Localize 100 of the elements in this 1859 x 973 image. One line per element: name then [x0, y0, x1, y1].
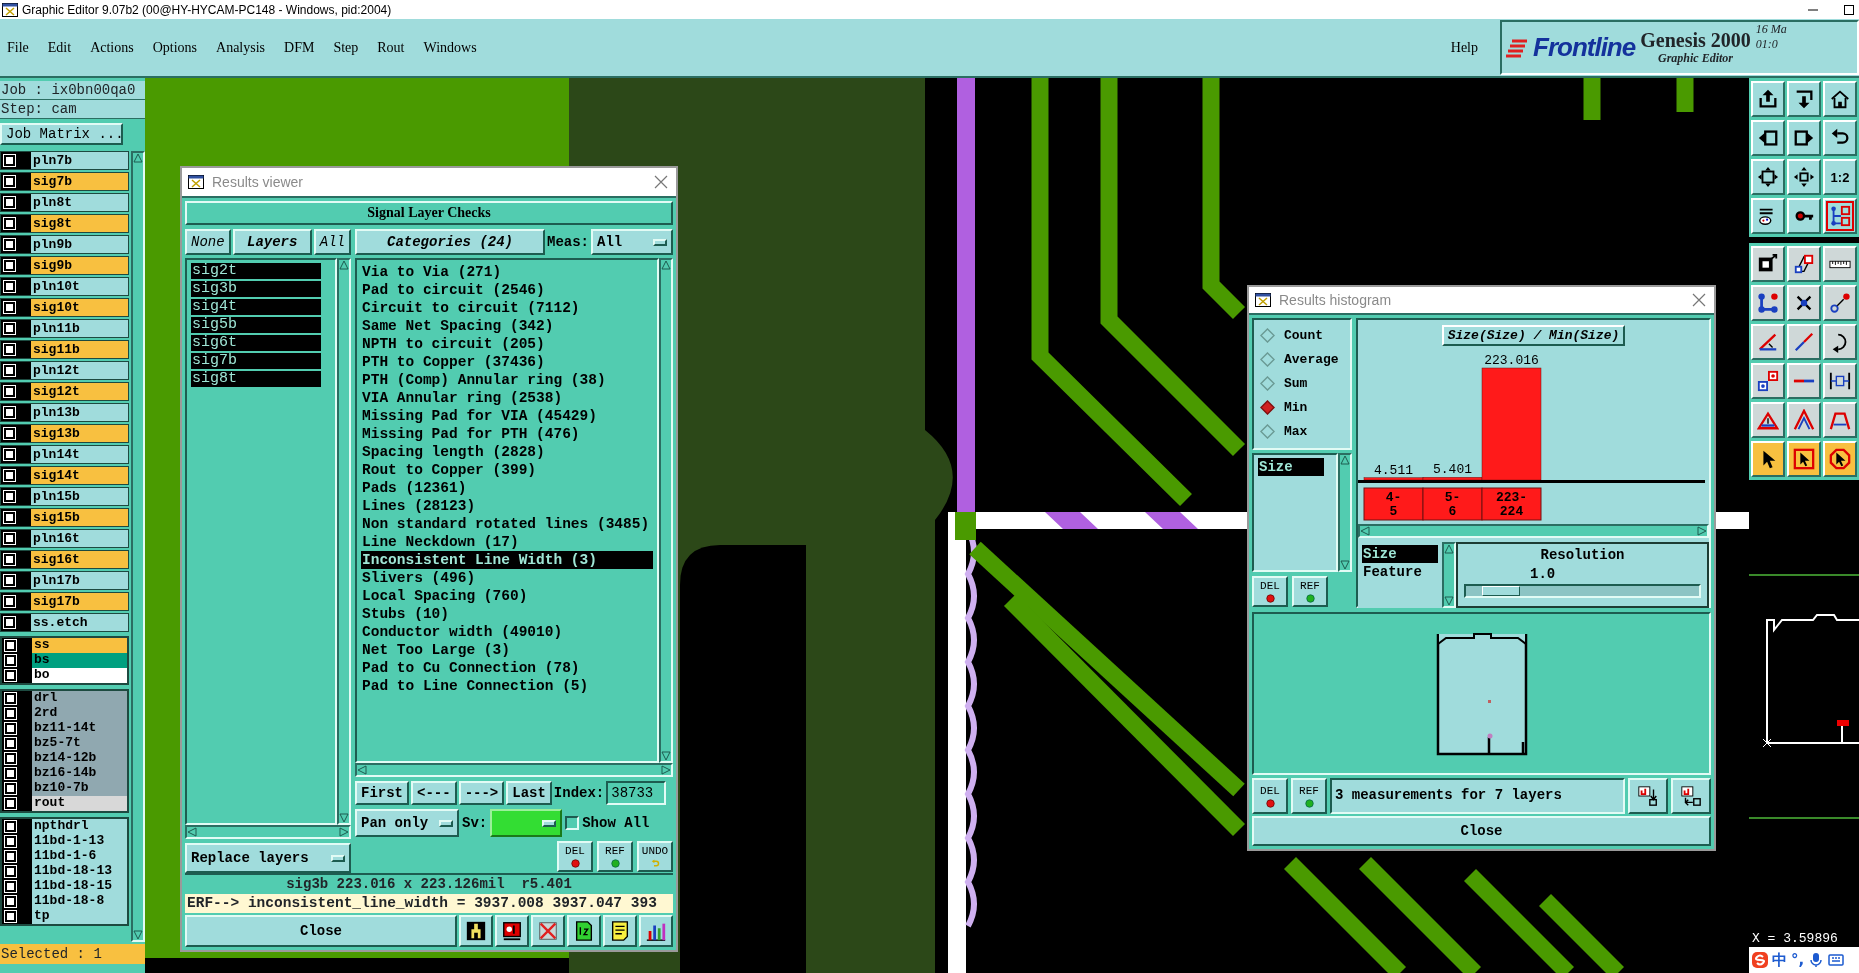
radio-button[interactable] [1260, 399, 1275, 415]
checkbox[interactable] [4, 365, 15, 376]
list-item[interactable]: Local Spacing (760) [361, 587, 653, 605]
toolbar-button[interactable] [639, 915, 673, 947]
nav-button[interactable]: First [355, 781, 409, 805]
list-item[interactable]: sig4t [191, 299, 321, 315]
keyboard-icon[interactable] [1828, 952, 1845, 968]
scrollbar[interactable] [185, 825, 351, 839]
radio-button[interactable] [1260, 351, 1275, 367]
tool-button[interactable] [1787, 159, 1821, 195]
menu-item[interactable]: Actions [90, 39, 134, 56]
toolbar-button[interactable] [459, 915, 493, 947]
list-item[interactable]: Same Net Spacing (342) [361, 317, 653, 335]
edit-button[interactable]: REF [597, 841, 633, 872]
layer-name[interactable]: pln8t [31, 194, 128, 211]
layer-name[interactable]: pln13b [31, 404, 128, 421]
layer-row[interactable]: sig7b [0, 172, 129, 191]
layer-row[interactable]: sig14t [0, 466, 129, 485]
tool-button[interactable] [1823, 441, 1857, 477]
tool-button[interactable] [1823, 363, 1857, 399]
toolbar-button[interactable] [567, 915, 601, 947]
job-matrix-button[interactable]: Job Matrix ... [0, 123, 123, 145]
checkbox[interactable] [4, 155, 15, 166]
scroll-left-icon[interactable] [187, 827, 197, 837]
list-item[interactable]: Size [1258, 458, 1324, 476]
tool-button[interactable] [1751, 402, 1785, 438]
layer-name[interactable]: drl [32, 691, 127, 706]
layer-row[interactable]: bz14-12b [2, 751, 127, 766]
edit-button[interactable]: DEL [1252, 576, 1288, 607]
tool-button[interactable] [1751, 81, 1785, 117]
checkbox[interactable] [4, 533, 15, 544]
layer-name[interactable]: sig16t [31, 551, 128, 568]
layer-row[interactable]: 2rd [2, 706, 127, 721]
layer-row[interactable]: sig13b [0, 424, 129, 443]
list-item[interactable]: Feature [1362, 563, 1438, 581]
layer-row[interactable]: sig16t [0, 550, 129, 569]
checkbox[interactable] [4, 176, 15, 187]
close-icon[interactable] [654, 175, 668, 189]
layer-row[interactable]: sig15b [0, 508, 129, 527]
list-item[interactable]: Conductor width (49010) [361, 623, 653, 641]
tool-button[interactable] [1787, 120, 1821, 156]
list-item[interactable]: Circuit to circuit (7112) [361, 299, 653, 317]
checkbox[interactable] [4, 302, 15, 313]
checkbox[interactable] [4, 197, 15, 208]
checkbox[interactable] [5, 783, 16, 794]
scrollbar[interactable] [1358, 524, 1709, 538]
checkbox[interactable] [4, 407, 15, 418]
tool-button[interactable] [1823, 246, 1857, 282]
checkbox[interactable] [5, 655, 16, 666]
list-item[interactable]: Missing Pad for PTH (476) [361, 425, 653, 443]
checkbox[interactable] [4, 428, 15, 439]
layer-row[interactable]: pln11b [0, 319, 129, 338]
radio-option[interactable]: Min [1257, 395, 1347, 419]
tool-button[interactable] [1751, 246, 1785, 282]
tool-button[interactable] [1751, 285, 1785, 321]
layer-row[interactable]: bz5-7t [2, 736, 127, 751]
scroll-up-icon[interactable] [133, 153, 143, 163]
layer-row[interactable]: ss [2, 638, 127, 653]
toolbar-button[interactable] [531, 915, 565, 947]
layer-name[interactable]: bo [32, 668, 127, 683]
checkbox[interactable] [5, 693, 16, 704]
tool-button[interactable] [1823, 120, 1857, 156]
layer-name[interactable]: 2rd [32, 706, 127, 721]
list-item[interactable]: sig8t [191, 371, 321, 387]
layer-row[interactable]: sig12t [0, 382, 129, 401]
menu-item[interactable]: Step [333, 39, 359, 56]
scroll-right-icon[interactable] [1697, 526, 1707, 536]
edit-button[interactable]: REF [1291, 778, 1327, 814]
layer-name[interactable]: bz14-12b [32, 751, 127, 766]
list-item[interactable]: Spacing length (2828) [361, 443, 653, 461]
scroll-up-icon[interactable] [1444, 544, 1454, 554]
layer-row[interactable]: pln14t [0, 445, 129, 464]
scrollbar[interactable] [337, 258, 351, 825]
resolution-slider[interactable] [1464, 584, 1701, 598]
layer-name[interactable]: sig12t [31, 383, 128, 400]
edit-button[interactable]: REF [1292, 576, 1328, 607]
checkbox[interactable] [5, 738, 16, 749]
slider-thumb[interactable] [1481, 586, 1520, 596]
list-item[interactable]: NPTH to circuit (205) [361, 335, 653, 353]
scroll-left-icon[interactable] [1360, 526, 1370, 536]
list-item[interactable]: VIA Annular ring (2538) [361, 389, 653, 407]
tool-button[interactable] [1823, 198, 1857, 234]
list-item[interactable]: sig5b [191, 317, 321, 333]
scrollbar[interactable] [1442, 542, 1456, 608]
layer-row[interactable]: pln9b [0, 235, 129, 254]
layer-name[interactable]: sig8t [31, 215, 128, 232]
pan-dropdown[interactable]: Pan only [355, 809, 459, 837]
nav-button[interactable]: Last [506, 781, 552, 805]
checkbox[interactable] [4, 470, 15, 481]
layer-name[interactable]: pln11b [31, 320, 128, 337]
layer-name[interactable]: sig7b [31, 173, 128, 190]
layer-name[interactable]: bz11-14t [32, 721, 127, 736]
checkbox[interactable] [5, 723, 16, 734]
toolbar-button[interactable] [1628, 778, 1668, 814]
tool-button[interactable] [1751, 441, 1785, 477]
checkbox[interactable] [5, 753, 16, 764]
layers-button[interactable]: Layers [232, 229, 312, 255]
checkbox[interactable] [5, 866, 16, 877]
list-item[interactable]: Pad to Line Connection (5) [361, 677, 653, 695]
checkbox[interactable] [4, 344, 15, 355]
